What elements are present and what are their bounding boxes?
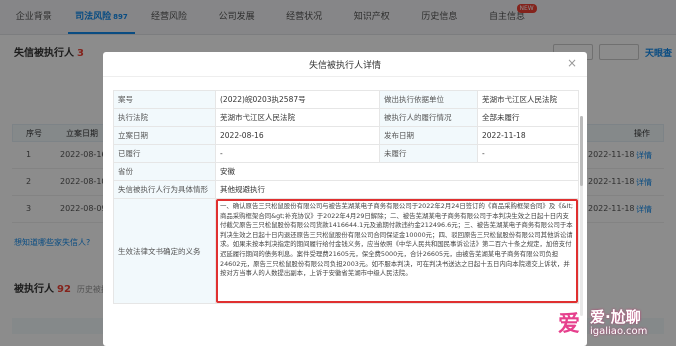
detail-modal: 失信被执行人详情 × 案号 (2022)皖0203执2587号 做出执行依据单位… bbox=[103, 52, 587, 346]
unperformed-value: - bbox=[482, 149, 485, 158]
detail-row: 已履行 - 未履行 - bbox=[114, 145, 578, 163]
watermark-icon: 爱 bbox=[558, 312, 581, 337]
basis-unit: 芜湖市弋江区人民法院 bbox=[482, 95, 557, 104]
detail-row: 立案日期 2022-08-16 发布日期 2022-11-18 bbox=[114, 127, 578, 145]
duty-cell: 一、确认原告三只松鼠股份有限公司与被告芜湖某电子商务有限公司于2022年2月24… bbox=[216, 199, 578, 303]
field-label: 案号 bbox=[114, 91, 216, 108]
close-icon[interactable]: × bbox=[567, 56, 577, 70]
court-name: 芜湖市弋江区人民法院 bbox=[216, 109, 380, 126]
field-label: 未履行 bbox=[380, 145, 478, 162]
field-label: 发布日期 bbox=[380, 127, 478, 144]
case-number: (2022)皖0203执2587号 bbox=[216, 91, 380, 108]
detail-grid: 案号 (2022)皖0203执2587号 做出执行依据单位 芜湖市弋江区人民法院… bbox=[113, 90, 579, 304]
field-label: 被执行人的履行情况 bbox=[380, 109, 478, 126]
modal-title: 失信被执行人详情 bbox=[308, 61, 381, 71]
field-label: 生效法律文书确定的义务 bbox=[114, 199, 216, 303]
modal-scrollbar[interactable] bbox=[580, 116, 583, 316]
watermark-logo: 爱 爱·尬聊 igaliao.com bbox=[556, 304, 676, 346]
watermark-name: 爱·尬聊 bbox=[590, 308, 641, 326]
field-label: 立案日期 bbox=[114, 127, 216, 144]
filing-date: 2022-08-16 bbox=[216, 127, 380, 144]
field-label: 执行法院 bbox=[114, 109, 216, 126]
field-label: 省份 bbox=[114, 163, 216, 180]
detail-row: 执行法院 芜湖市弋江区人民法院 被执行人的履行情况 全部未履行 bbox=[114, 109, 578, 127]
field-label: 失信被执行人行为具体情形 bbox=[114, 181, 216, 198]
watermark-url: igaliao.com bbox=[590, 326, 648, 337]
detail-row: 生效法律文书确定的义务 一、确认原告三只松鼠股份有限公司与被告芜湖某电子商务有限… bbox=[114, 199, 578, 304]
behavior-value: 其他规避执行 bbox=[220, 185, 265, 194]
field-label: 做出执行依据单位 bbox=[380, 91, 478, 108]
performance-status: 全部未履行 bbox=[482, 113, 520, 122]
performed-value: - bbox=[216, 145, 380, 162]
modal-header: 失信被执行人详情 × bbox=[103, 52, 587, 77]
publish-date: 2022-11-18 bbox=[482, 131, 526, 140]
detail-row: 案号 (2022)皖0203执2587号 做出执行依据单位 芜湖市弋江区人民法院 bbox=[114, 91, 578, 109]
highlight-frame bbox=[216, 199, 578, 303]
duty-text-box: 一、确认原告三只松鼠股份有限公司与被告芜湖某电子商务有限公司于2022年2月24… bbox=[216, 199, 578, 303]
detail-row: 失信被执行人行为具体情形 其他规避执行 bbox=[114, 181, 578, 199]
detail-row: 省份 安徽 bbox=[114, 163, 578, 181]
field-label: 已履行 bbox=[114, 145, 216, 162]
scrollbar-thumb[interactable] bbox=[580, 116, 583, 186]
province-value: 安徽 bbox=[220, 167, 235, 176]
